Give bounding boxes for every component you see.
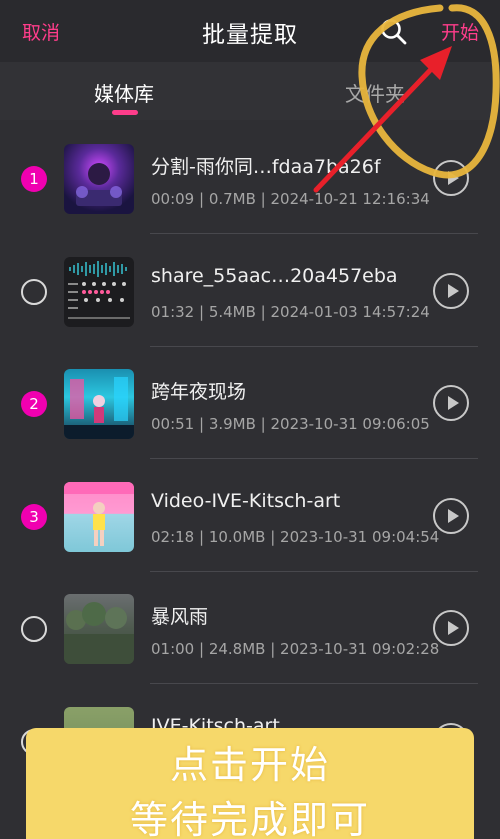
- item-meta: 00:51 | 3.9MB | 2023-10-31 09:06:05: [151, 415, 430, 433]
- banner-line-1: 点击开始: [169, 743, 330, 787]
- play-icon[interactable]: [433, 160, 469, 196]
- search-icon[interactable]: [380, 18, 408, 46]
- list-item[interactable]: 2 跨年夜现场 00:51 | 3.9MB | 2023-10-31 09:06…: [0, 347, 500, 459]
- selection-circle[interactable]: [21, 616, 47, 642]
- item-title: 分割-雨你同…fdaa7ba26f: [151, 156, 381, 178]
- tab-folder[interactable]: 文件夹: [345, 78, 405, 107]
- page-title: 批量提取: [202, 22, 298, 48]
- item-title: 暴风雨: [151, 606, 209, 628]
- divider: [150, 458, 478, 459]
- active-tab-indicator: [112, 110, 138, 115]
- list-item[interactable]: share_55aac…20a457eba 01:32 | 5.4MB | 20…: [0, 235, 500, 347]
- selection-badge[interactable]: 3: [21, 504, 47, 530]
- item-title: 跨年夜现场: [151, 381, 247, 403]
- list-item[interactable]: 3 Video-IVE-Kitsch-art 02:18 | 10.0MB | …: [0, 460, 500, 572]
- video-thumbnail: [64, 369, 134, 439]
- item-title: Video-IVE-Kitsch-art: [151, 490, 341, 512]
- list-item[interactable]: 暴风雨 01:00 | 24.8MB | 2023-10-31 09:02:28: [0, 572, 500, 684]
- tab-bar: 媒体库 文件夹: [0, 62, 500, 120]
- start-button[interactable]: 开始: [441, 18, 479, 45]
- selection-badge[interactable]: 1: [21, 166, 47, 192]
- item-meta: 01:32 | 5.4MB | 2024-01-03 14:57:24: [151, 303, 430, 321]
- divider: [150, 683, 478, 684]
- selection-circle[interactable]: [21, 279, 47, 305]
- play-icon[interactable]: [433, 385, 469, 421]
- divider: [150, 233, 478, 234]
- tab-media-library[interactable]: 媒体库: [94, 78, 154, 107]
- banner-line-2: 等待完成即可: [129, 798, 370, 839]
- play-icon[interactable]: [433, 610, 469, 646]
- instruction-banner: 点击开始 等待完成即可: [26, 728, 474, 839]
- item-meta: 02:18 | 10.0MB | 2023-10-31 09:04:54: [151, 528, 440, 546]
- selection-badge[interactable]: 2: [21, 391, 47, 417]
- audio-editor-thumbnail: [64, 257, 134, 327]
- top-bar: 取消 批量提取 开始: [0, 0, 500, 62]
- play-icon[interactable]: [433, 498, 469, 534]
- item-meta: 01:00 | 24.8MB | 2023-10-31 09:02:28: [151, 640, 440, 658]
- video-thumbnail: [64, 594, 134, 664]
- video-thumbnail: [64, 144, 134, 214]
- list-item[interactable]: 1 分割-雨你同…fdaa7ba26f 00:09 | 0.7MB | 2024…: [0, 122, 500, 234]
- play-icon[interactable]: [433, 273, 469, 309]
- item-meta: 00:09 | 0.7MB | 2024-10-21 12:16:34: [151, 190, 430, 208]
- item-title: share_55aac…20a457eba: [151, 265, 398, 287]
- video-thumbnail: [64, 482, 134, 552]
